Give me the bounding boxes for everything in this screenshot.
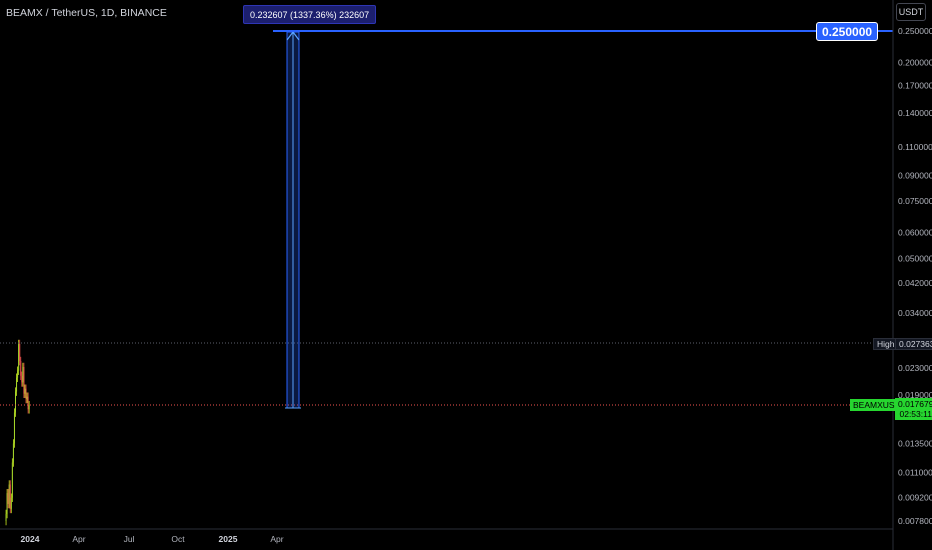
price-tick-label: 0.110000 [898, 142, 932, 152]
price-tick-label: 0.013500 [898, 438, 932, 448]
candle-body [15, 391, 16, 413]
price-tick-label: 0.042000 [898, 278, 932, 288]
candle-body [10, 497, 12, 509]
last-price-tag: 0.017679 02:53:11 [895, 398, 932, 420]
candle-body [26, 396, 28, 399]
time-tick-label: 2025 [219, 534, 238, 544]
candle-body [8, 484, 10, 504]
price-tick-label: 0.011000 [898, 467, 932, 477]
price-tick-label: 0.140000 [898, 108, 932, 118]
time-tick-label: Jul [124, 534, 135, 544]
candle-body [18, 343, 20, 371]
currency-button[interactable]: USDT [896, 3, 926, 21]
price-tick-label: 0.009200 [898, 493, 932, 503]
candle-body [23, 366, 25, 394]
price-tick-label: 0.170000 [898, 81, 932, 91]
time-tick-label: Oct [171, 534, 185, 544]
candle-body [9, 484, 11, 509]
price-tick-label: 0.200000 [898, 58, 932, 68]
high-marker-value: 0.027363 [895, 338, 932, 350]
price-chart[interactable]: 0.0078000.0092000.0110000.0135000.019000… [0, 0, 932, 550]
candle-body [5, 513, 7, 521]
time-axis[interactable]: 2024 Apr Jul Oct 2025 Apr [21, 534, 284, 544]
measure-label: 0.232607 (1337.36%) 232607 [243, 5, 377, 24]
target-price-label[interactable]: 0.250000 [816, 22, 879, 41]
candle-series [5, 339, 30, 526]
candle-body [16, 377, 18, 392]
bar-countdown: 02:53:11 [899, 409, 932, 419]
last-price-value: 0.017679 [898, 399, 932, 409]
time-tick-label: Apr [72, 534, 85, 544]
candle-body [17, 370, 19, 378]
candle-body [12, 443, 14, 463]
price-tick-label: 0.050000 [898, 253, 932, 263]
price-tick-label: 0.007800 [898, 516, 932, 526]
price-tick-label: 0.023000 [898, 363, 932, 373]
candle-body [28, 405, 30, 410]
candle-body [24, 388, 26, 394]
candle-body [27, 396, 29, 410]
price-tick-label: 0.034000 [898, 308, 932, 318]
candle-body [6, 493, 8, 514]
price-tick-label: 0.060000 [898, 228, 932, 238]
candle-body [19, 343, 21, 361]
time-tick-label: 2024 [21, 534, 40, 544]
candle-body [21, 375, 23, 383]
candle-body [13, 412, 15, 444]
price-axis[interactable]: 0.0078000.0092000.0110000.0135000.019000… [898, 26, 932, 526]
price-tick-label: 0.090000 [898, 170, 932, 180]
price-tick-label: 0.250000 [898, 26, 932, 36]
symbol-title: BEAMX / TetherUS, 1D, BINANCE [6, 7, 167, 19]
candle-body [11, 462, 13, 498]
candle-body [20, 360, 22, 376]
time-tick-label: Apr [270, 534, 283, 544]
candle-body [7, 493, 9, 504]
candle-body [22, 366, 24, 383]
candle-body [25, 388, 27, 399]
price-tick-label: 0.075000 [898, 196, 932, 206]
